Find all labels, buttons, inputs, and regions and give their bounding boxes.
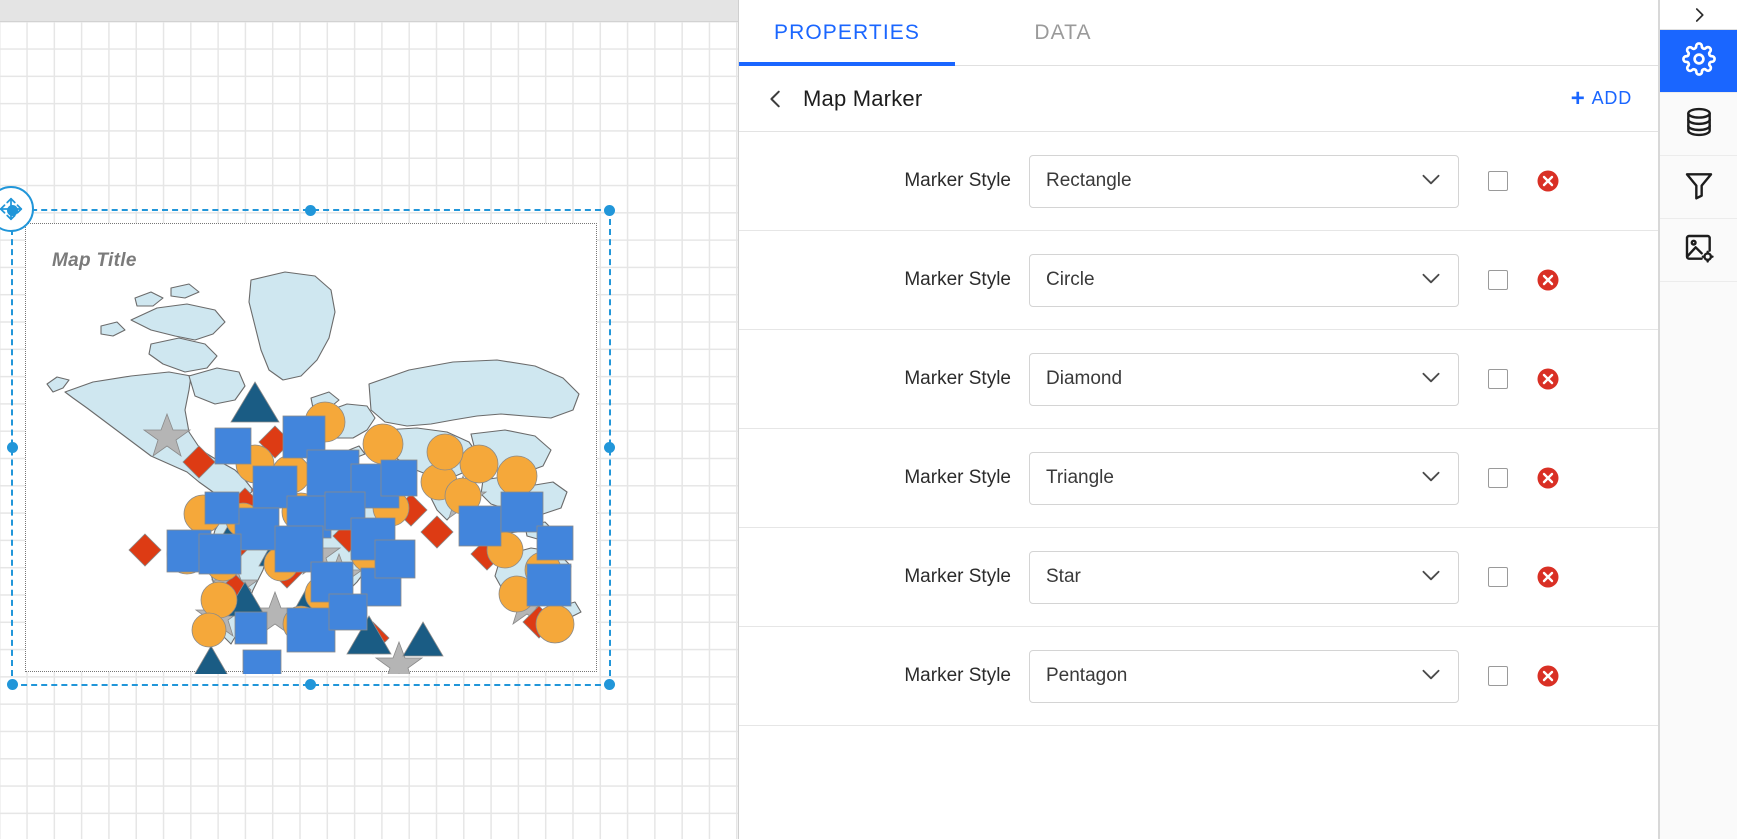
resize-handle-top-left[interactable] [7,205,18,216]
row-label: Marker Style [904,368,1011,389]
row-checkbox[interactable] [1488,468,1508,488]
row-checkbox[interactable] [1488,171,1508,191]
rail-item-data-source[interactable] [1660,93,1737,156]
delete-circle-icon[interactable] [1536,466,1560,490]
resize-handle-bottom-right[interactable] [604,679,615,690]
chevron-down-icon[interactable] [1418,166,1444,197]
map-markers [128,381,575,674]
row-label: Marker Style [904,467,1011,488]
database-icon [1683,106,1715,143]
marker-style-select[interactable]: Rectangle [1029,154,1459,208]
map-widget[interactable]: Map Title [25,223,597,674]
row-checkbox[interactable] [1488,270,1508,290]
page-title: Map Marker [803,85,923,111]
properties-panel: PROPERTIES DATA Map Marker + ADD Marker … [739,0,1659,839]
panel-tabs: PROPERTIES DATA [739,0,1658,66]
select-value: Triangle [1046,467,1114,488]
gear-icon [1681,41,1716,81]
marker-style-select[interactable]: Triangle [1029,451,1459,505]
table-row[interactable]: Marker Style Rectangle [739,132,1658,231]
resize-handle-middle-right[interactable] [604,441,615,453]
delete-circle-icon[interactable] [1536,268,1560,292]
row-checkbox[interactable] [1488,567,1508,587]
plus-icon: + [1570,84,1586,112]
marker-style-rows: Marker Style Rectangle Marker Style Circ… [739,132,1658,839]
tab-properties[interactable]: PROPERTIES [739,0,955,66]
rail-item-image-settings[interactable] [1660,219,1737,282]
resize-handle-bottom-center[interactable] [305,679,316,690]
chevron-left-icon[interactable] [761,84,791,114]
select-value: Circle [1046,269,1095,290]
resize-handle-top-right[interactable] [604,205,615,216]
add-marker-button[interactable]: + ADD [1570,84,1632,112]
marker-style-select[interactable]: Pentagon [1029,649,1459,703]
table-row[interactable]: Marker Style Diamond [739,330,1658,429]
table-row[interactable]: Marker Style Triangle [739,429,1658,528]
row-label: Marker Style [904,566,1011,587]
select-value: Rectangle [1046,170,1132,191]
right-toolbar [1659,0,1737,839]
delete-circle-icon[interactable] [1536,664,1560,688]
delete-circle-icon[interactable] [1536,169,1560,193]
design-canvas[interactable]: Map Title [0,0,739,839]
rail-item-settings[interactable] [1660,30,1737,93]
resize-handle-middle-left[interactable] [7,441,18,453]
chevron-right-icon[interactable] [1660,0,1737,30]
app-root: Map Title PROPERTIES DATA Map Marker + A… [0,0,1737,839]
add-button-label: ADD [1591,88,1632,108]
select-value: Pentagon [1046,665,1128,686]
table-row[interactable]: Marker Style Circle [739,231,1658,330]
row-label: Marker Style [904,269,1011,290]
row-checkbox[interactable] [1488,369,1508,389]
chevron-down-icon[interactable] [1418,562,1444,593]
resize-handle-top-center[interactable] [305,205,316,216]
row-label: Marker Style [904,665,1011,686]
select-value: Diamond [1046,368,1123,389]
selected-widget-frame[interactable]: Map Title [0,186,615,690]
row-checkbox[interactable] [1488,666,1508,686]
tab-data[interactable]: DATA [955,0,1171,65]
image-settings-icon [1683,232,1715,269]
marker-style-select[interactable]: Diamond [1029,352,1459,406]
row-label: Marker Style [904,170,1011,191]
panel-header: Map Marker + ADD [739,66,1658,132]
chevron-down-icon[interactable] [1418,463,1444,494]
filter-icon [1683,169,1715,206]
table-row[interactable]: Marker Style Star [739,528,1658,627]
chevron-down-icon[interactable] [1418,364,1444,395]
select-value: Star [1046,566,1081,587]
canvas-ruler-bar [0,0,738,22]
delete-circle-icon[interactable] [1536,367,1560,391]
chevron-down-icon[interactable] [1418,265,1444,296]
chevron-down-icon[interactable] [1418,661,1444,692]
marker-style-select[interactable]: Star [1029,550,1459,604]
marker-style-select[interactable]: Circle [1029,253,1459,307]
table-row[interactable]: Marker Style Pentagon [739,627,1658,726]
rail-item-filter[interactable] [1660,156,1737,219]
resize-handle-bottom-left[interactable] [7,679,18,690]
rail-empty-space [1660,282,1737,839]
delete-circle-icon[interactable] [1536,565,1560,589]
